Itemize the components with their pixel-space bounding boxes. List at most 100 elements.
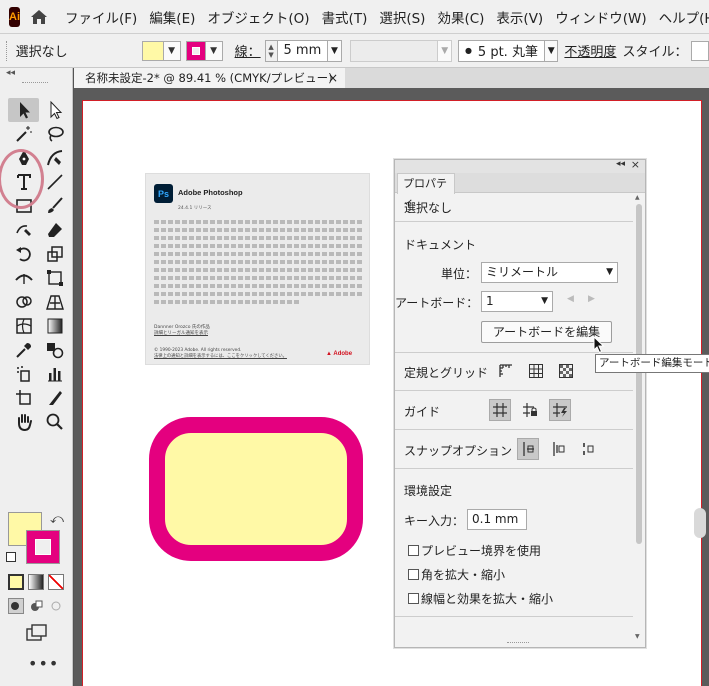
photoshop-splash-image[interactable]: Ps Adobe Photoshop 24.4.1 リリース Dannner O… xyxy=(145,173,370,365)
properties-body: 選択なし ドキュメント 単位： ミリメートル ▼ アートボード： 1 ▼ ◀ ▶ ア… xyxy=(395,194,633,617)
unit-select[interactable]: ミリメートル ▼ xyxy=(481,262,618,283)
panel-tabs: プロパティ xyxy=(395,173,645,209)
rotate-tool-icon[interactable] xyxy=(8,242,39,266)
rounded-rectangle-shape[interactable] xyxy=(149,417,363,561)
document-tab[interactable]: 名称未設定-2* @ 89.41 % (CMYK/プレビュー) × xyxy=(74,68,345,88)
selection-tool-icon[interactable] xyxy=(8,98,39,122)
collapse-icon[interactable]: ◂◂ xyxy=(616,159,625,169)
default-colors-icon[interactable] xyxy=(6,552,16,562)
snap-to-point-icon[interactable] xyxy=(517,438,539,460)
screen-mode-icon[interactable] xyxy=(26,624,48,642)
mesh-tool-icon[interactable] xyxy=(8,314,39,338)
free-transform-tool-icon[interactable] xyxy=(39,266,70,290)
tools-panel-grip[interactable] xyxy=(22,82,48,85)
stroke-weight-input[interactable]: 5 mm xyxy=(277,39,329,62)
opacity-label[interactable]: 不透明度 xyxy=(564,41,616,60)
scale-strokes-checkbox[interactable] xyxy=(408,593,419,604)
menu-select[interactable]: 選択(S) xyxy=(379,7,425,27)
stroke-label[interactable]: 線： xyxy=(235,41,261,60)
close-icon[interactable]: × xyxy=(328,68,338,88)
perspective-grid-tool-icon[interactable] xyxy=(39,290,70,314)
next-artboard-icon[interactable]: ▶ xyxy=(588,294,595,304)
control-bar-grip[interactable] xyxy=(6,40,9,61)
chevron-down-icon[interactable]: ▼ xyxy=(205,40,223,61)
adobe-logo: ▲ Adobe xyxy=(326,351,353,357)
chevron-down-icon[interactable]: ▼ xyxy=(544,39,559,62)
chevron-down-icon[interactable]: ▼ xyxy=(163,40,181,61)
curvature-tool-icon[interactable] xyxy=(39,146,70,170)
variable-width-select[interactable] xyxy=(349,39,439,62)
tab-properties[interactable]: プロパティ xyxy=(397,173,455,209)
shape-builder-tool-icon[interactable] xyxy=(8,290,39,314)
snap-to-glyph-icon[interactable] xyxy=(577,438,599,460)
lock-guides-icon[interactable] xyxy=(519,399,541,421)
menu-edit[interactable]: 編集(E) xyxy=(149,7,195,27)
fill-color-picker[interactable]: ▼ xyxy=(141,40,181,62)
menu-view[interactable]: 表示(V) xyxy=(496,7,543,27)
menu-file[interactable]: ファイル(F) xyxy=(65,7,137,27)
preview-bounds-checkbox[interactable] xyxy=(408,545,419,556)
artboard-select[interactable]: 1 ▼ xyxy=(481,291,553,312)
menu-help[interactable]: ヘルプ(H xyxy=(659,7,709,27)
blend-tool-icon[interactable] xyxy=(39,338,70,362)
none-mode-icon[interactable] xyxy=(48,574,64,590)
magic-wand-tool-icon[interactable] xyxy=(8,122,39,146)
symbol-sprayer-tool-icon[interactable] xyxy=(8,362,39,386)
brush-select[interactable]: ● 5 pt. 丸筆 xyxy=(457,39,545,62)
ruler-icon[interactable] xyxy=(495,360,517,382)
prev-artboard-icon[interactable]: ◀ xyxy=(567,294,574,304)
transparency-grid-icon[interactable] xyxy=(555,360,577,382)
slice-tool-icon[interactable] xyxy=(39,386,70,410)
drawing-mode-buttons xyxy=(8,598,64,614)
more-tools-icon[interactable]: ••• xyxy=(28,654,59,673)
scroll-up-icon[interactable]: ▲ xyxy=(635,194,640,201)
key-increment-input[interactable]: 0.1 mm xyxy=(467,509,527,530)
menu-items: ファイル(F) 編集(E) オブジェクト(O) 書式(T) 選択(S) 効果(C… xyxy=(65,7,709,27)
show-guides-icon[interactable] xyxy=(489,399,511,421)
lasso-tool-icon[interactable] xyxy=(39,122,70,146)
snap-to-pixel-icon[interactable] xyxy=(547,438,569,460)
menu-effect[interactable]: 効果(C) xyxy=(437,7,484,27)
eyedropper-tool-icon[interactable] xyxy=(8,338,39,362)
menu-window[interactable]: ウィンドウ(W) xyxy=(555,7,646,27)
scale-tool-icon[interactable] xyxy=(39,242,70,266)
direct-selection-tool-icon[interactable] xyxy=(39,98,70,122)
menu-type[interactable]: 書式(T) xyxy=(322,7,368,27)
width-tool-icon[interactable] xyxy=(8,266,39,290)
column-graph-tool-icon[interactable] xyxy=(39,362,70,386)
paintbrush-tool-icon[interactable] xyxy=(39,194,70,218)
home-icon[interactable] xyxy=(30,6,48,28)
draw-normal-icon[interactable] xyxy=(8,598,24,614)
scroll-down-icon[interactable]: ▼ xyxy=(635,633,640,640)
gradient-tool-icon[interactable] xyxy=(39,314,70,338)
stroke-color-picker[interactable]: ▼ xyxy=(185,40,223,62)
scroll-thumb[interactable] xyxy=(636,204,642,544)
zoom-tool-icon[interactable] xyxy=(39,410,70,434)
splash-title: Adobe Photoshop xyxy=(178,188,243,197)
stroke-swatch[interactable] xyxy=(185,40,206,61)
eraser-tool-icon[interactable] xyxy=(39,218,70,242)
gradient-mode-icon[interactable] xyxy=(28,574,44,590)
swap-arrow-icon[interactable]: ⤺ xyxy=(50,512,64,527)
stroke-weight-stepper[interactable]: ▲ ▼ xyxy=(264,39,278,62)
panel-resize-grip[interactable] xyxy=(507,642,529,645)
fill-swatch[interactable] xyxy=(141,40,164,61)
style-swatch[interactable] xyxy=(691,40,709,61)
canvas-scroll-thumb[interactable] xyxy=(694,508,706,538)
chevron-down-icon[interactable]: ▼ xyxy=(438,39,452,62)
style-label: スタイル： xyxy=(622,45,688,60)
shaper-tool-icon[interactable] xyxy=(8,218,39,242)
smart-guides-icon[interactable] xyxy=(549,399,571,421)
panel-scrollbar[interactable]: ▲ ▼ xyxy=(633,194,645,640)
grid-icon[interactable] xyxy=(525,360,547,382)
artboard-tool-icon[interactable] xyxy=(8,386,39,410)
draw-behind-icon[interactable] xyxy=(28,598,44,614)
hand-tool-icon[interactable] xyxy=(8,410,39,434)
draw-inside-icon[interactable] xyxy=(48,598,64,614)
close-icon[interactable]: × xyxy=(631,158,640,171)
scale-corners-checkbox[interactable] xyxy=(408,569,419,580)
stroke-color-box[interactable] xyxy=(26,530,60,564)
color-mode-icon[interactable] xyxy=(8,574,24,590)
chevron-down-icon[interactable]: ▼ xyxy=(328,39,342,62)
menu-object[interactable]: オブジェクト(O) xyxy=(207,7,309,27)
